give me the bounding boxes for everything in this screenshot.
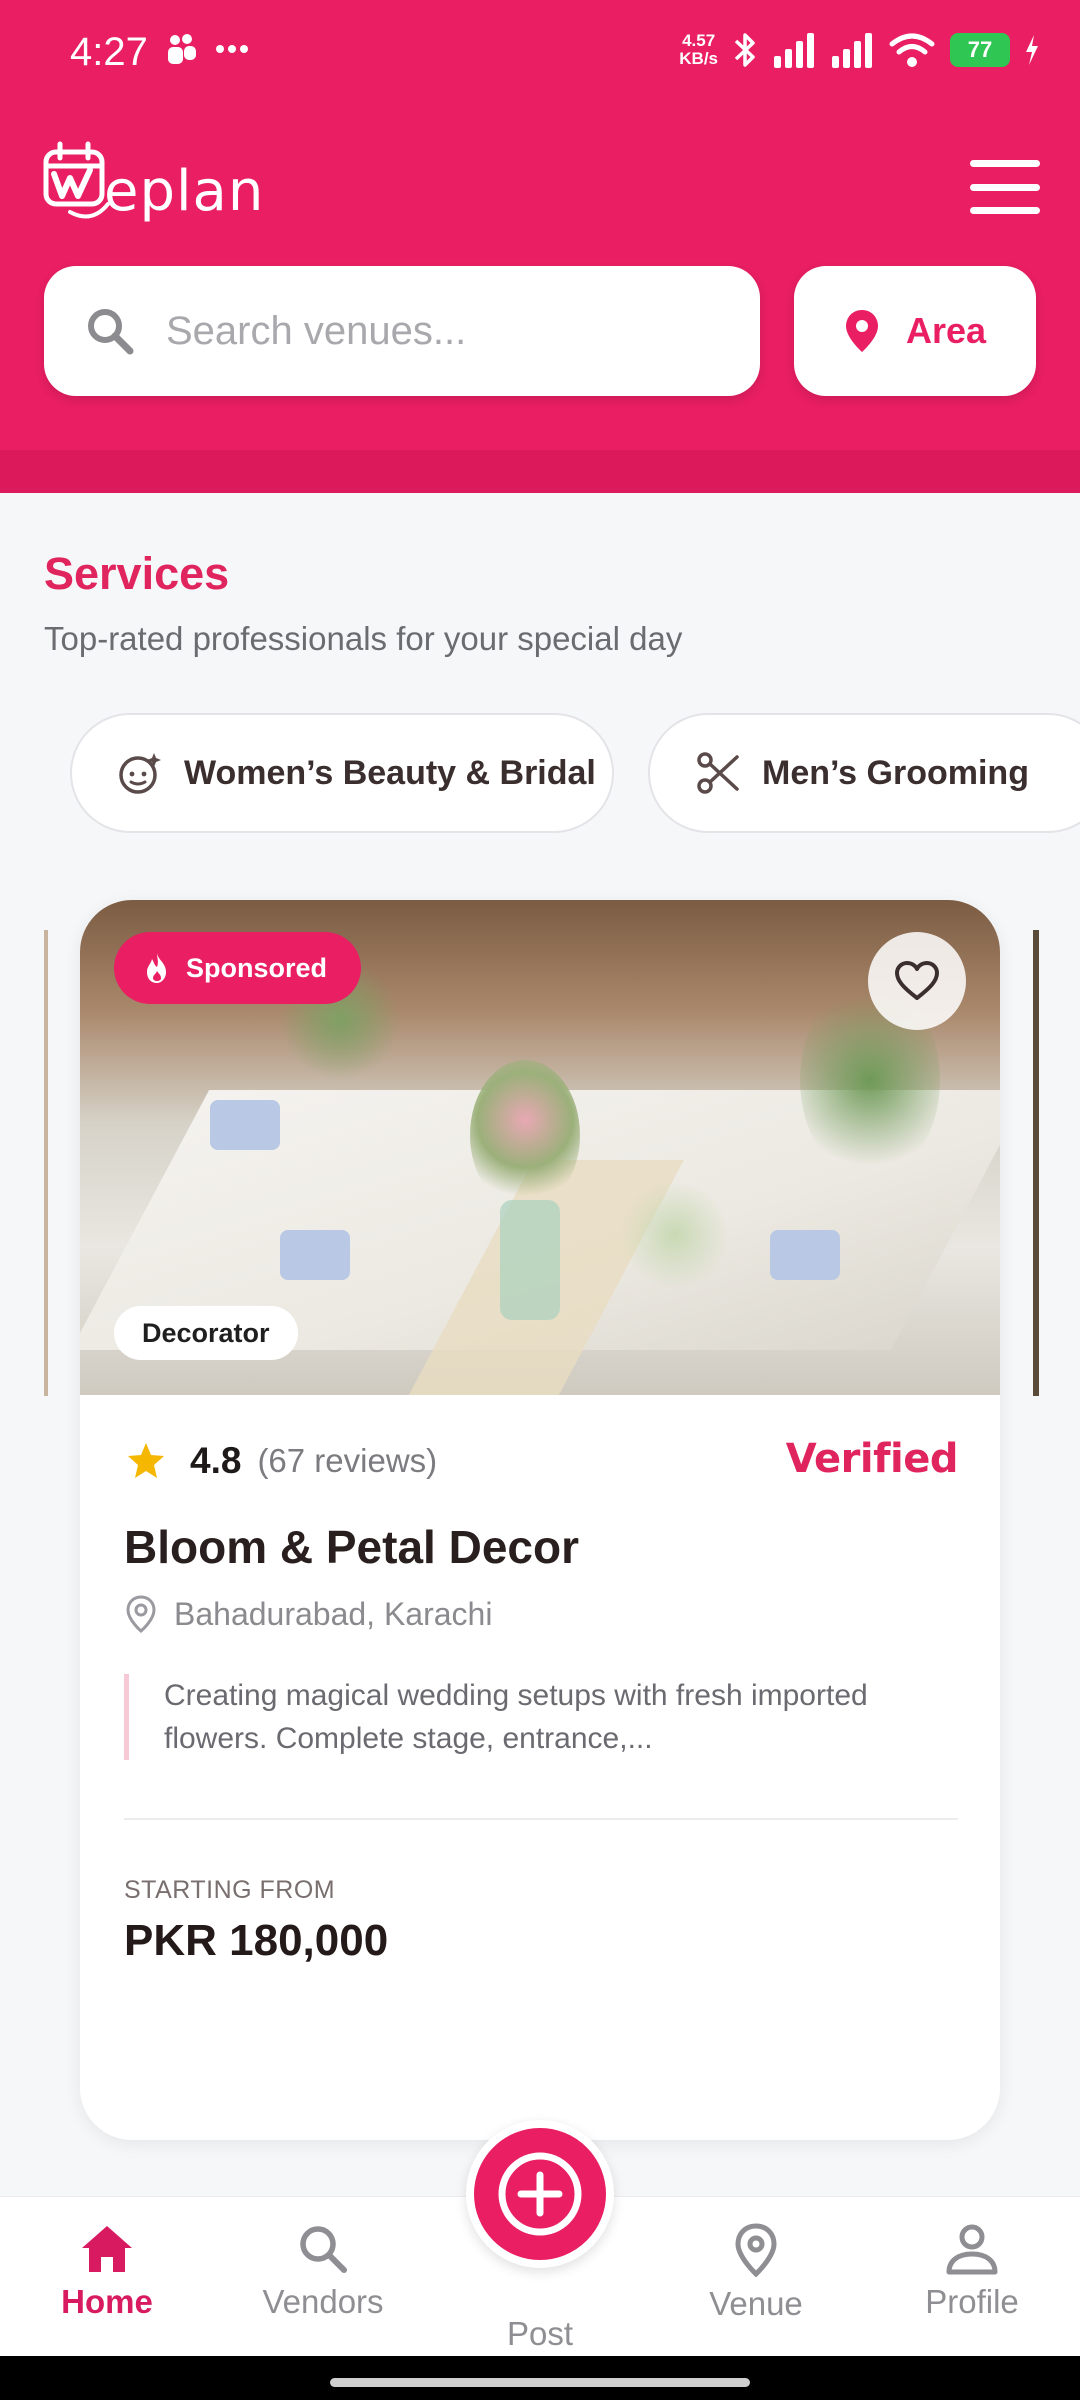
more-dots-icon (216, 45, 248, 53)
app-logo[interactable]: eplan (42, 140, 264, 224)
nav-post-label: Post (506, 2315, 574, 2352)
status-notification-icons (165, 32, 249, 66)
signal-icon-2 (832, 33, 872, 68)
chip-label: Women’s Beauty & Bridal (184, 753, 596, 792)
nav-venue[interactable]: Venue (656, 2223, 856, 2323)
sponsored-badge: Sponsored (114, 932, 362, 1004)
wifi-icon (889, 33, 935, 67)
home-indicator[interactable] (330, 2378, 750, 2387)
starting-from-label: STARTING FROM (124, 1876, 336, 1904)
area-label: Area (905, 310, 987, 351)
battery-indicator: 77 (950, 33, 1010, 67)
plus-circle-icon (498, 2152, 582, 2236)
nav-profile[interactable]: Profile (872, 2223, 1072, 2321)
status-bar: 4:27 4.57 KB/s 77 (0, 0, 1080, 110)
card-divider (124, 1818, 958, 1820)
nav-profile-label: Profile (925, 2283, 1019, 2320)
photo-napkin (210, 1100, 280, 1150)
vendor-card[interactable]: Sponsored Decorator 4.8 (67 reviews) Ver… (80, 900, 1000, 2140)
menu-button[interactable] (970, 160, 1040, 214)
signal-icon (774, 33, 814, 68)
vendor-location: Bahadurabad, Karachi (126, 1595, 492, 1633)
post-fab-button[interactable] (466, 2120, 614, 2268)
photo-greenery (620, 1180, 730, 1290)
services-title: Services (44, 548, 230, 599)
nav-vendors-label: Vendors (262, 2283, 384, 2320)
person-icon (946, 2224, 998, 2275)
nav-post[interactable]: Post (440, 2315, 640, 2353)
app-header: 4:27 4.57 KB/s 77 eplan Search venues...… (0, 0, 1080, 493)
nav-home[interactable]: Home (7, 2223, 207, 2321)
services-subtitle: Top-rated professionals for your special… (44, 620, 683, 657)
menu-line (970, 160, 1040, 167)
flame-icon (147, 953, 166, 983)
vendor-photo[interactable]: Sponsored Decorator (80, 900, 1000, 1395)
chip-mens-grooming[interactable]: Men’s Grooming (648, 713, 1080, 833)
rating-row: 4.8 (67 reviews) (126, 1440, 437, 1482)
calendar-logo-icon (43, 141, 110, 219)
bluetooth-icon (734, 33, 755, 67)
nav-home-label: Home (61, 2283, 153, 2320)
location-text: Bahadurabad, Karachi (174, 1595, 493, 1632)
heart-icon (895, 961, 939, 1000)
review-count: (67 reviews) (257, 1442, 438, 1479)
price-value: PKR 180,000 (124, 1916, 389, 1965)
sponsored-label: Sponsored (186, 952, 328, 983)
nav-vendors[interactable]: Vendors (223, 2223, 423, 2321)
teams-icon (168, 34, 196, 64)
charging-icon (1026, 35, 1038, 65)
chip-womens-beauty[interactable]: Women’s Beauty & Bridal (70, 713, 614, 833)
search-icon (88, 309, 134, 355)
star-icon (128, 1443, 164, 1478)
vendor-description: Creating magical wedding setups with fre… (124, 1674, 954, 1760)
location-pin-icon (735, 2223, 777, 2277)
service-chips: Women’s Beauty & Bridal Men’s Grooming (70, 713, 1080, 835)
status-system-icons: 4.57 KB/s 77 (679, 30, 1040, 70)
nav-venue-label: Venue (709, 2285, 803, 2322)
chip-label: Men’s Grooming (762, 753, 1029, 792)
menu-line (970, 207, 1040, 214)
next-card-edge[interactable] (1033, 930, 1039, 1396)
search-icon (300, 2226, 347, 2273)
face-sparkle-icon (119, 753, 161, 794)
verified-badge: Verified (785, 1436, 959, 1482)
status-time: 4:27 (70, 30, 148, 74)
photo-napkin (770, 1230, 840, 1280)
menu-line (970, 183, 1040, 191)
location-outline-icon (126, 1595, 156, 1633)
favorite-button[interactable] (868, 932, 966, 1030)
search-bar[interactable] (44, 266, 760, 396)
area-button[interactable]: Area (794, 266, 1036, 396)
header-band (0, 450, 1080, 493)
logo-text: eplan (104, 159, 265, 224)
home-icon (82, 2226, 132, 2272)
photo-vase (500, 1200, 560, 1320)
net-speed: 4.57 KB/s (679, 31, 718, 68)
photo-bouquet (470, 1060, 580, 1210)
photo-napkin (280, 1230, 350, 1280)
search-input[interactable] (166, 308, 726, 354)
vendor-name[interactable]: Bloom & Petal Decor (124, 1520, 579, 1574)
category-badge: Decorator (114, 1306, 298, 1360)
previous-card-edge[interactable] (44, 930, 48, 1396)
scissors-icon (697, 752, 739, 794)
location-pin-icon (845, 310, 878, 352)
rating-value: 4.8 (190, 1440, 242, 1481)
